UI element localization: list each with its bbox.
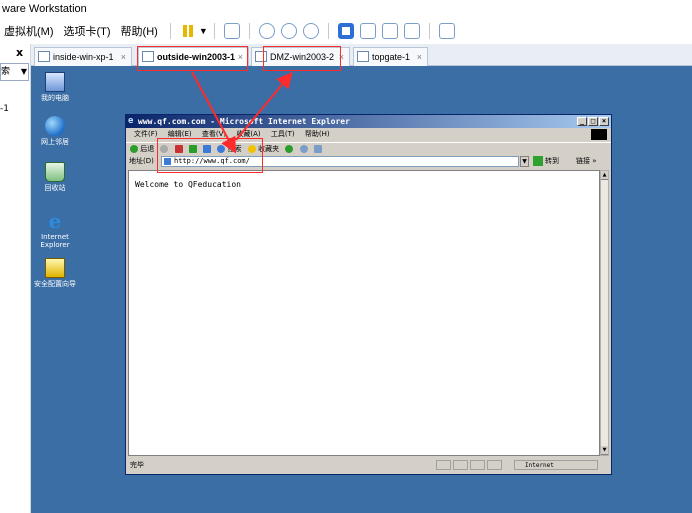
annotation-arrow [191, 71, 236, 154]
annotation-arrows [191, 71, 293, 154]
annotation-arrow [235, 71, 293, 141]
